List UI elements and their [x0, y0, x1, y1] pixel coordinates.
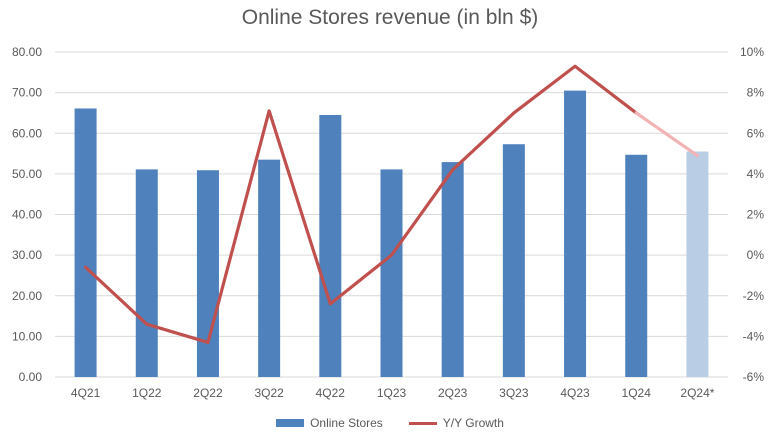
- legend-swatch-yy-growth: [408, 421, 437, 425]
- x-tick-label: 4Q23: [560, 386, 590, 400]
- bar: [196, 170, 219, 377]
- legend-label-online-stores: Online Stores: [310, 416, 383, 430]
- y-right-tick-label: -6%: [743, 370, 765, 384]
- bar: [686, 151, 709, 377]
- x-tick-label: 1Q22: [132, 386, 162, 400]
- bar: [441, 162, 464, 377]
- legend-item-yy-growth: Y/Y Growth: [408, 416, 504, 430]
- x-tick-label: 2Q22: [193, 386, 223, 400]
- y-left-tick-label: 80.00: [12, 45, 42, 59]
- bar: [74, 108, 97, 377]
- legend-item-online-stores: Online Stores: [276, 416, 383, 430]
- y-left-tick-label: 0.00: [19, 370, 43, 384]
- y-right-tick-label: 6%: [747, 126, 765, 140]
- y-left-tick-label: 30.00: [12, 248, 42, 262]
- bar: [319, 114, 342, 377]
- bar: [502, 144, 525, 377]
- y-right-tick-label: 2%: [747, 208, 765, 222]
- x-tick-label: 1Q24: [622, 386, 652, 400]
- plot-area: 0.00 10.00 20.00 30.00 40.00 50.00 60.00 70.00 8…: [12, 45, 765, 400]
- growth-line: [83, 64, 638, 345]
- y-left-tick-label: 20.00: [12, 289, 42, 303]
- x-tick-label: 4Q22: [316, 386, 346, 400]
- x-tick-label: 3Q23: [499, 386, 529, 400]
- legend-label-yy-growth: Y/Y Growth: [442, 416, 504, 430]
- bar: [380, 169, 403, 377]
- bar: [564, 90, 587, 377]
- y-right-tick-label: -2%: [743, 289, 765, 303]
- legend-swatch-online-stores: [276, 419, 305, 427]
- bar: [258, 159, 281, 377]
- x-tick-label: 1Q23: [377, 386, 407, 400]
- y-left-tick-label: 40.00: [12, 208, 42, 222]
- y-left-tick-label: 50.00: [12, 167, 42, 181]
- x-tick-label: 2Q24*: [680, 386, 714, 400]
- bar: [135, 169, 158, 377]
- legend: Online Stores Y/Y Growth: [0, 416, 780, 430]
- y-right-tick-label: 8%: [747, 86, 765, 100]
- bar: [625, 154, 648, 377]
- y-left-tick-label: 70.00: [12, 86, 42, 100]
- y-right-tick-label: 0%: [747, 248, 765, 262]
- y-right-tick-label: 10%: [740, 45, 764, 59]
- y-left-tick-label: 10.00: [12, 329, 42, 343]
- x-tick-label: 4Q21: [71, 386, 101, 400]
- y-right-tick-label: -4%: [743, 329, 765, 343]
- x-tick-label: 3Q22: [254, 386, 284, 400]
- chart: Online Stores revenue (in bln $) 0.00 10.…: [0, 0, 780, 444]
- y-left-tick-label: 60.00: [12, 126, 42, 140]
- growth-line-estimate: [634, 111, 700, 158]
- y-right-tick-label: 4%: [747, 167, 765, 181]
- x-tick-label: 2Q23: [438, 386, 468, 400]
